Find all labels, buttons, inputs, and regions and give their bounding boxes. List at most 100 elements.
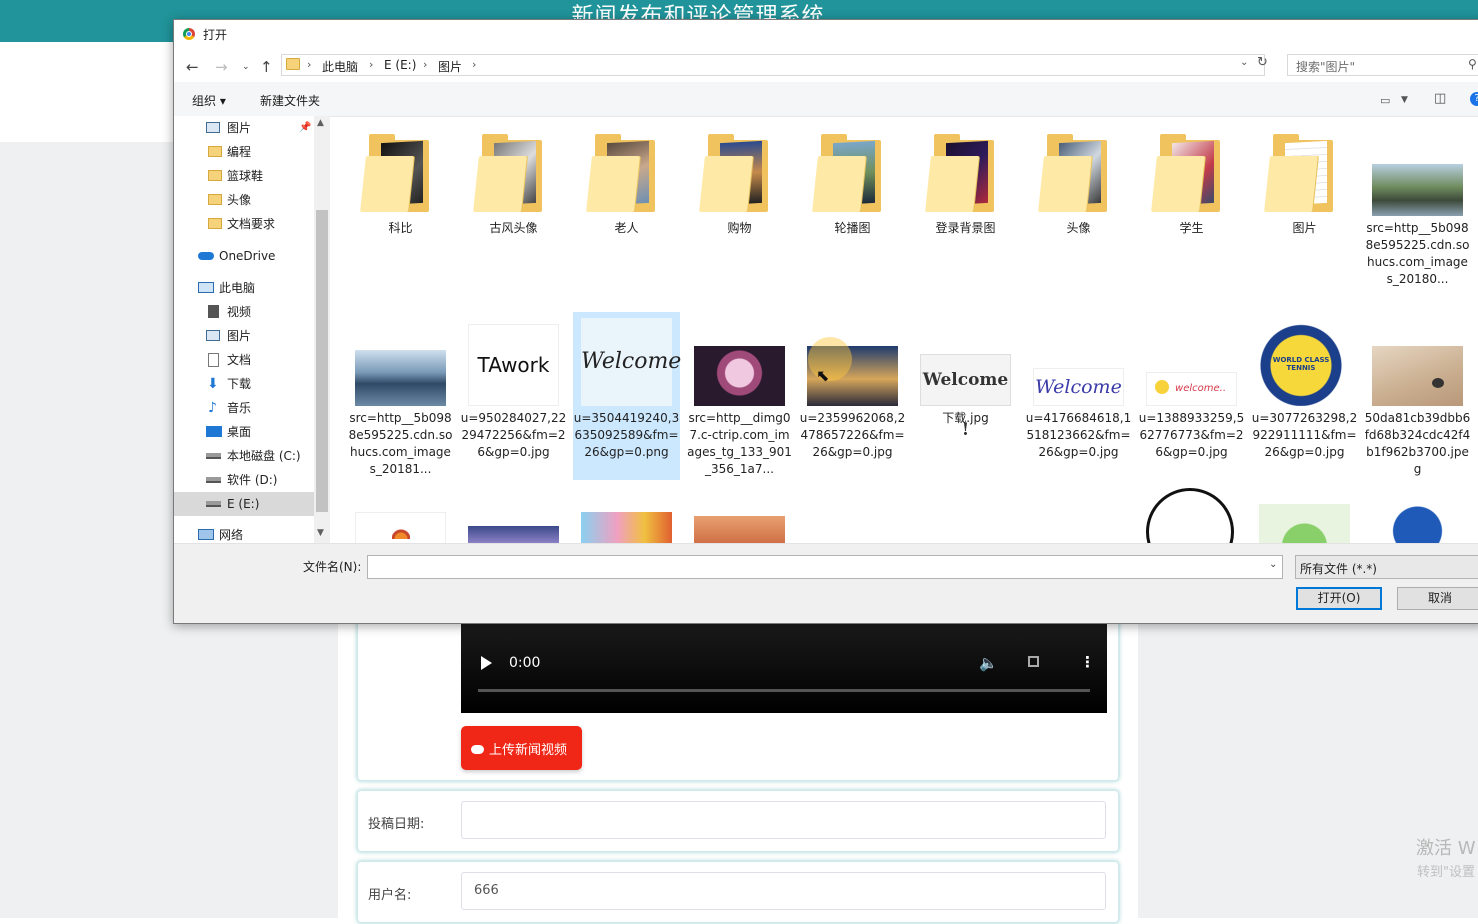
- file-item-folder[interactable]: 老人: [573, 116, 680, 306]
- file-item-image[interactable]: TAwork u=950284027,2229472256&fm=26&gp=0…: [460, 312, 567, 482]
- help-icon[interactable]: ?: [1470, 92, 1478, 106]
- file-item-folder[interactable]: 科比: [347, 116, 454, 306]
- nav-item-folder[interactable]: 篮球鞋: [174, 164, 314, 188]
- file-name: 老人: [614, 221, 639, 235]
- organize-button[interactable]: 组织 ▾: [192, 92, 226, 109]
- file-item-image[interactable]: [347, 484, 454, 543]
- nav-item-label: 文档要求: [227, 217, 276, 231]
- breadcrumb-drive-e[interactable]: E (E:): [384, 58, 416, 72]
- file-item-folder[interactable]: 图片: [1251, 116, 1358, 306]
- file-item-image[interactable]: [573, 484, 680, 543]
- file-name: src=http__dimg07.c-ctrip.com_images_tg_1…: [687, 411, 792, 476]
- nav-item-drive-d[interactable]: 软件 (D:): [174, 468, 314, 492]
- address-bar[interactable]: › 此电脑 › E (E:) › 图片 › ⌄: [281, 54, 1265, 76]
- file-item-image-selected[interactable]: Welcome u=3504419240,3635092589&fm=26&gp…: [573, 312, 681, 480]
- upload-video-button[interactable]: 上传新闻视频: [461, 726, 582, 770]
- dialog-titlebar[interactable]: 打开: [174, 20, 1478, 48]
- image-thumbnail: TAwork: [468, 324, 559, 406]
- nav-item-music[interactable]: ♪ 音乐: [174, 396, 314, 420]
- drive-icon: [206, 453, 221, 459]
- video-progress-bar[interactable]: [478, 689, 1090, 692]
- volume-icon[interactable]: 🔈: [979, 654, 998, 672]
- more-options-icon[interactable]: ⋮: [1080, 653, 1095, 671]
- address-dropdown-icon[interactable]: ⌄: [1240, 57, 1248, 68]
- file-item-folder[interactable]: 购物: [686, 116, 793, 306]
- nav-item-drive-c[interactable]: 本地磁盘 (C:): [174, 444, 314, 468]
- image-thumbnail: [355, 350, 446, 406]
- file-item-image[interactable]: [799, 484, 906, 543]
- cancel-button[interactable]: 取消: [1397, 587, 1478, 610]
- thumbnail-text: welcome..: [1175, 383, 1226, 394]
- file-item-image[interactable]: [1251, 484, 1358, 543]
- drive-icon: [206, 501, 221, 507]
- nav-item-desktop[interactable]: 桌面: [174, 420, 314, 444]
- nav-item-folder[interactable]: 头像: [174, 188, 314, 212]
- nav-item-drive-e[interactable]: E (E:): [174, 492, 314, 516]
- image-thumbnail: [1372, 164, 1463, 216]
- fullscreen-icon[interactable]: [1028, 656, 1039, 667]
- video-player[interactable]: 0:00 🔈 ⋮: [461, 620, 1107, 713]
- file-name-input[interactable]: [367, 555, 1283, 579]
- file-item-image[interactable]: [460, 484, 567, 543]
- open-button[interactable]: 打开(O): [1296, 587, 1382, 610]
- file-name: 购物: [727, 221, 752, 235]
- file-item-image[interactable]: Welcome u=4176684618,1518123662&fm=26&gp…: [1025, 312, 1132, 482]
- file-item-folder[interactable]: 头像: [1025, 116, 1132, 306]
- file-item-image[interactable]: 50da81cb39dbb6fd68b324cdc42f4b1f962b3700…: [1364, 312, 1471, 482]
- file-item-image[interactable]: [1364, 484, 1471, 543]
- back-arrow-icon[interactable]: ←: [186, 58, 199, 76]
- search-icon[interactable]: ⚲: [1468, 57, 1477, 71]
- nav-item-this-pc[interactable]: 此电脑: [174, 276, 314, 300]
- video-time: 0:00: [509, 655, 541, 671]
- refresh-icon[interactable]: ↻: [1257, 55, 1268, 70]
- new-folder-button[interactable]: 新建文件夹: [260, 92, 320, 109]
- up-arrow-icon[interactable]: ↑: [260, 58, 273, 76]
- file-item-image[interactable]: welcome.. u=1388933259,562776773&fm=26&g…: [1138, 312, 1245, 482]
- breadcrumb-this-pc[interactable]: 此电脑: [322, 58, 358, 75]
- nav-item-pictures[interactable]: 图片: [174, 324, 314, 348]
- file-item-image[interactable]: src=http__5b0988e595225.cdn.sohucs.com_i…: [1364, 116, 1471, 306]
- play-icon[interactable]: [481, 656, 492, 670]
- nav-scrollbar-thumb[interactable]: [316, 210, 328, 512]
- file-name: u=950284027,2229472256&fm=26&gp=0.jpg: [460, 411, 567, 459]
- breadcrumb-pictures[interactable]: 图片: [438, 58, 462, 75]
- file-item-image[interactable]: [1138, 484, 1245, 543]
- submit-date-input[interactable]: [461, 801, 1106, 839]
- search-input[interactable]: 搜索"图片": [1287, 54, 1478, 76]
- image-thumbnail: [468, 526, 559, 543]
- nav-item-label: 文档: [227, 353, 252, 367]
- nav-item-videos[interactable]: 视频: [174, 300, 314, 324]
- file-item-image[interactable]: WORLD CLASS TENNIS u=3077263298,29229111…: [1251, 312, 1358, 482]
- file-item-image[interactable]: [912, 484, 1019, 543]
- view-dropdown-icon[interactable]: ▼: [1401, 95, 1408, 105]
- file-item-image[interactable]: [686, 484, 793, 543]
- document-icon: [208, 353, 219, 367]
- nav-scrollbar[interactable]: ▲ ▼: [314, 116, 330, 543]
- scroll-down-icon[interactable]: ▼: [317, 528, 324, 538]
- file-item-image[interactable]: src=http__5b0988e595225.cdn.sohucs.com_i…: [347, 312, 454, 482]
- view-mode-icon[interactable]: ▭: [1380, 94, 1390, 107]
- file-type-select[interactable]: 所有文件 (*.*): [1295, 555, 1478, 579]
- file-item-folder[interactable]: 学生: [1138, 116, 1245, 306]
- file-name-dropdown-icon[interactable]: ⌄: [1269, 559, 1277, 570]
- nav-item-documents[interactable]: 文档: [174, 348, 314, 372]
- calligraphy-logo-icon: [1146, 488, 1234, 543]
- file-item-folder[interactable]: 登录背景图: [912, 116, 1019, 306]
- nav-item-folder[interactable]: 文档要求: [174, 212, 314, 236]
- scroll-up-icon[interactable]: ▲: [317, 118, 324, 128]
- file-item-image[interactable]: u=2359962068,2478657226&fm=26&gp=0.jpg: [799, 312, 906, 482]
- pin-icon[interactable]: 📌: [299, 116, 311, 140]
- nav-item-pictures-quick[interactable]: 图片 📌: [174, 116, 314, 140]
- username-input[interactable]: 666: [461, 872, 1106, 910]
- recent-chevron-icon[interactable]: ⌄: [242, 62, 250, 72]
- forward-arrow-icon[interactable]: →: [215, 58, 228, 76]
- file-item-folder[interactable]: 轮播图: [799, 116, 906, 306]
- nav-item-folder[interactable]: 编程: [174, 140, 314, 164]
- nav-item-onedrive[interactable]: OneDrive: [174, 244, 314, 268]
- nav-item-downloads[interactable]: ⬇ 下载: [174, 372, 314, 396]
- file-item-folder[interactable]: 古风头像: [460, 116, 567, 306]
- file-item-image[interactable]: src=http__dimg07.c-ctrip.com_images_tg_1…: [686, 312, 793, 482]
- preview-pane-icon[interactable]: ◫: [1434, 91, 1446, 106]
- file-item-image[interactable]: Welcome ! 下载.jpg: [912, 312, 1019, 482]
- file-item-image[interactable]: [1025, 484, 1132, 543]
